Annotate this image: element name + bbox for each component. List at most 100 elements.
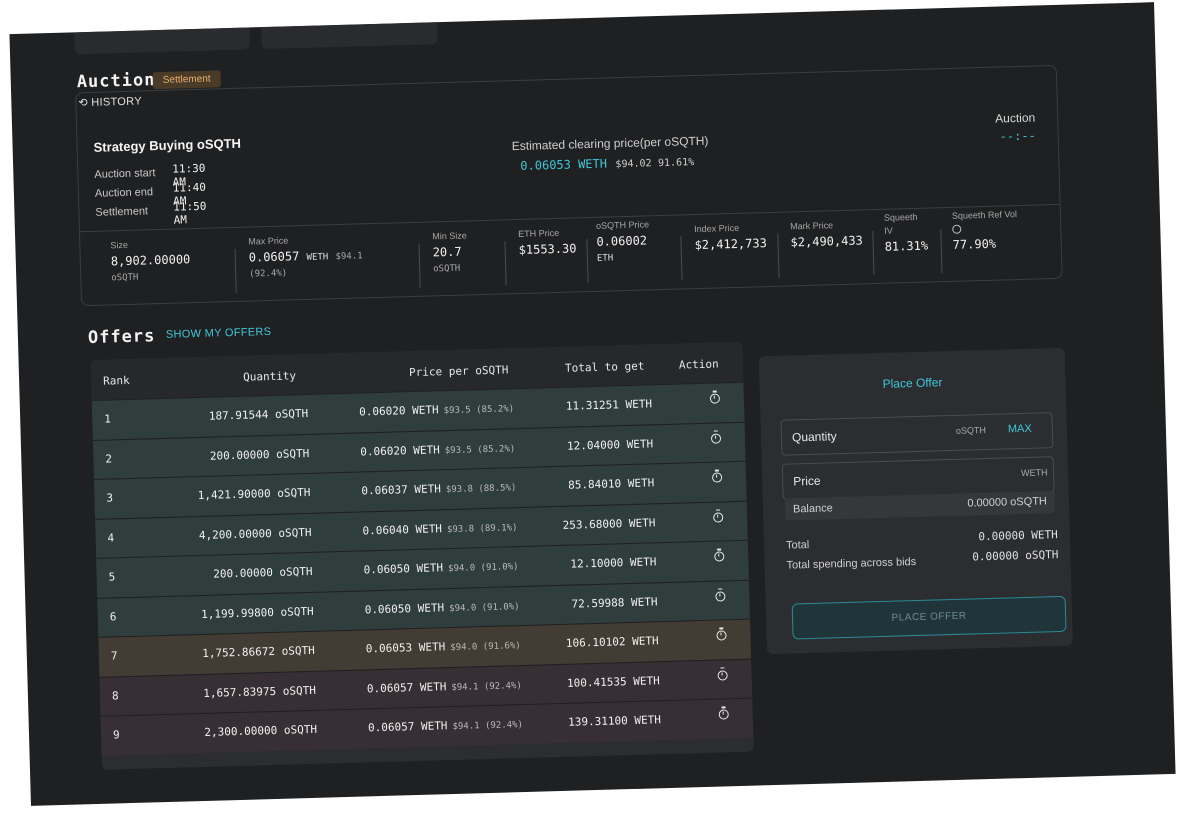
divider	[680, 236, 683, 281]
total-cell: 253.68000 WETH	[562, 515, 656, 532]
auction-start-label: Auction start	[94, 167, 156, 181]
stat-size-value: 8,902.00000	[110, 252, 191, 269]
stat-min-size-unit: oSQTH	[433, 263, 461, 275]
settlement-row: Settlement 11:50 AM	[95, 200, 206, 227]
timer-icon[interactable]	[713, 511, 724, 523]
top-card-left[interactable]	[74, 27, 250, 55]
place-offer-title: Place Offer	[882, 375, 943, 391]
header-quantity: Quantity	[242, 369, 297, 384]
offers-table: Rank Quantity Price per oSQTH Total to g…	[90, 341, 754, 770]
auction-end-row: Auction end 11:40 AM	[94, 181, 206, 208]
stat-osqth-price-unit: ETH	[596, 253, 614, 264]
divider	[418, 243, 421, 288]
total-cell: 106.10102 WETH	[565, 634, 659, 650]
total-label: Total	[785, 539, 810, 552]
stat-size-label: Size	[110, 239, 129, 251]
divider	[504, 241, 507, 286]
clearing-price-pct: 91.61%	[657, 157, 695, 170]
timer-icon[interactable]	[710, 432, 722, 444]
stat-squeeth-iv-label: Squeeth	[883, 211, 918, 223]
stat-max-price-label: Max Price	[248, 235, 289, 247]
timer-icon[interactable]	[714, 551, 725, 562]
stat-eth-price: ETH Price $1553.30	[518, 227, 578, 299]
total-cell: 11.31251 WETH	[565, 397, 653, 413]
stat-eth-price-value: $1553.30	[518, 241, 577, 257]
stat-max-price-usd: $94.1	[335, 251, 363, 263]
divider	[777, 233, 780, 278]
clearing-price-label: Estimated clearing price(per oSQTH)	[511, 133, 709, 154]
strategy-title: Strategy Buying oSQTH	[93, 135, 242, 155]
total-cell: 139.31100 WETH	[567, 713, 662, 729]
timer-icon[interactable]	[709, 393, 721, 404]
app-screen: Auction Settlement ⟲ HISTORY Strategy Bu…	[9, 2, 1176, 806]
stat-osqth-price: oSQTH Price 0.06002 ETH	[596, 219, 651, 290]
timer-icon[interactable]	[716, 630, 727, 641]
place-offer-card: Place Offer Quantity oSQTH MAX Price WET…	[758, 347, 1073, 655]
offers-title: Offers	[87, 326, 156, 349]
max-button[interactable]: MAX	[1008, 423, 1032, 436]
stat-mark-price: Mark Price $2,490,433	[790, 219, 864, 291]
stat-min-size-label: Min Size	[432, 230, 467, 242]
balance-label: Balance	[792, 502, 833, 516]
total-cell: 100.41535 WETH	[566, 673, 660, 690]
auction-end-label: Auction end	[94, 186, 154, 200]
spending-value: 0.00000 oSQTH	[972, 548, 1059, 564]
stat-min-size: Min Size 20.7 oSQTH	[432, 230, 468, 301]
divider	[872, 231, 875, 276]
balance-value: 0.00000 oSQTH	[967, 495, 1048, 510]
top-card-right[interactable]	[261, 22, 438, 50]
info-icon[interactable]	[952, 224, 962, 234]
timer-icon[interactable]	[715, 590, 726, 602]
stat-squeeth-iv-value: 81.31%	[884, 238, 929, 254]
stat-eth-price-label: ETH Price	[518, 227, 560, 240]
total-cell: 12.04000 WETH	[566, 436, 654, 453]
divider	[940, 229, 943, 274]
stat-max-price-unit: WETH	[306, 252, 329, 263]
clearing-price-weth: 0.06053 WETH	[520, 156, 608, 173]
total-value: 0.00000 WETH	[978, 528, 1059, 544]
auction-start-row: Auction start 11:30 AM	[94, 162, 205, 189]
show-my-offers-link[interactable]: SHOW MY OFFERS	[166, 326, 272, 341]
stat-index-price: Index Price $2,412,733	[694, 222, 768, 294]
auction-summary: Strategy Buying oSQTH Auction start 11:3…	[76, 65, 1060, 233]
stat-osqth-price-label: oSQTH Price	[595, 219, 650, 231]
stat-ref-vol-value: 77.90%	[952, 236, 997, 252]
stat-squeeth-iv-label2: IV	[884, 225, 893, 236]
total-cell: 72.59988 WETH	[571, 594, 658, 611]
place-offer-button[interactable]: PLACE OFFER	[791, 595, 1067, 640]
stat-size: Size 8,902.00000 oSQTH	[110, 238, 191, 310]
header-action: Action	[678, 357, 719, 372]
clearing-price-values: 0.06053 WETH $94.02 91.61%	[520, 152, 694, 175]
header-price: Price per oSQTH	[408, 363, 509, 380]
stat-max-price-row: 0.06057 WETH $94.1	[249, 247, 363, 264]
quantity-label: Quantity	[791, 429, 837, 445]
stat-mark-price-label: Mark Price	[789, 220, 834, 232]
stat-max-price-pct: (92.4%)	[249, 268, 288, 280]
stat-min-size-value: 20.7	[432, 244, 462, 260]
quantity-unit: oSQTH	[955, 425, 987, 436]
timer-icon[interactable]	[717, 669, 728, 681]
price-label: Price	[793, 473, 821, 489]
spending-label: Total spending across bids	[786, 556, 917, 572]
stat-squeeth-iv: Squeeth IV 81.31%	[884, 212, 929, 283]
settlement-label: Settlement	[95, 205, 149, 219]
stat-ref-vol: Squeeth Ref Vol 77.90%	[952, 209, 1019, 281]
stat-index-price-value: $2,412,733	[694, 236, 768, 253]
timer-icon[interactable]	[711, 472, 723, 483]
settlement-value: 11:50 AM	[173, 199, 207, 227]
auction-title: Auction	[76, 70, 156, 93]
auction-timer-value: --:--	[999, 128, 1036, 144]
stat-ref-vol-label: Squeeth Ref Vol	[951, 209, 1018, 221]
divider	[586, 239, 589, 284]
settlement-badge: Settlement	[152, 70, 221, 90]
stat-index-price-label: Index Price	[694, 222, 740, 235]
divider	[234, 248, 237, 293]
total-cell: 85.84010 WETH	[567, 476, 655, 492]
price-unit: WETH	[1020, 467, 1048, 479]
header-rank: Rank	[102, 373, 130, 388]
quantity-field[interactable]: Quantity oSQTH MAX	[780, 412, 1054, 456]
timer-icon[interactable]	[718, 709, 729, 720]
stat-size-unit: oSQTH	[111, 272, 139, 284]
stat-max-price-value: 0.06057	[248, 249, 300, 265]
clearing-price-usd: $94.02	[615, 158, 652, 171]
